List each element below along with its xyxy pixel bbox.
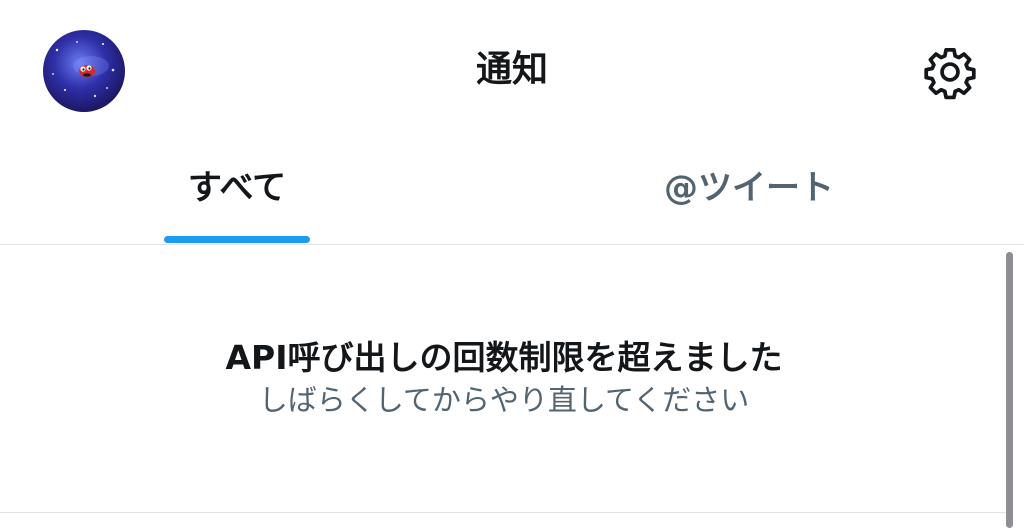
tab-all[interactable]: すべて (0, 140, 474, 244)
page-title: 通知 (475, 49, 548, 90)
error-title: API呼び出しの回数制限を超えました (225, 338, 783, 377)
scrollbar[interactable] (1006, 252, 1013, 528)
tab-bar: すべて @ツイート (0, 140, 1024, 245)
divider (0, 512, 1008, 513)
notifications-screen: 通知 すべて @ツイート API呼び出しの回数制限を超えました しばらくしてから… (0, 0, 1024, 528)
settings-button[interactable] (922, 44, 978, 100)
active-tab-indicator (164, 236, 310, 243)
tab-mentions[interactable]: @ツイート (474, 140, 1024, 244)
rate-limit-message: API呼び出しの回数制限を超えました しばらくしてからやり直してください (0, 245, 1008, 513)
tab-all-label: すべて (187, 168, 287, 208)
error-description: しばらくしてからやり直してください (258, 383, 750, 417)
tab-mentions-label: @ツイート (664, 168, 834, 208)
gear-icon (924, 47, 976, 100)
header: 通知 (0, 0, 1024, 140)
